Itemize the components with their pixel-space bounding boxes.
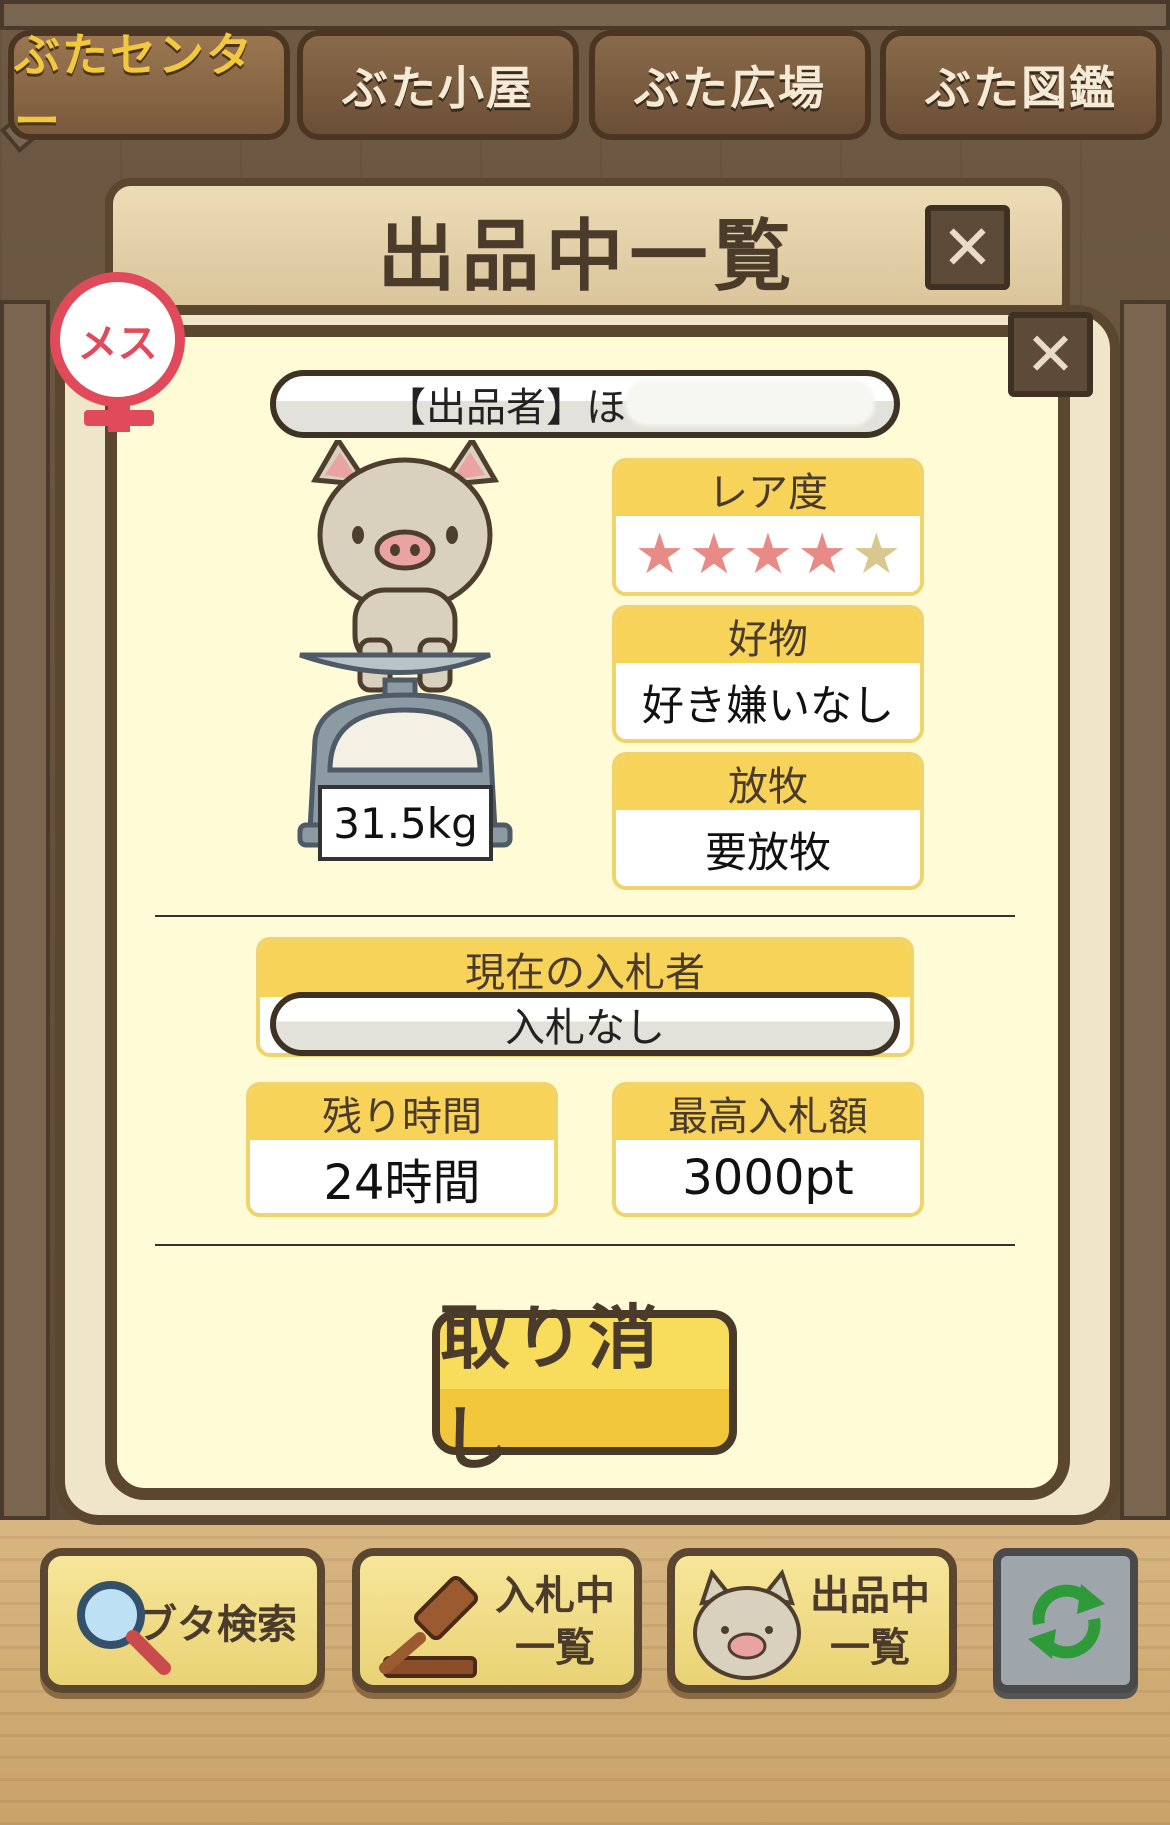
refresh-icon xyxy=(1028,1584,1105,1659)
tab-buta-center[interactable]: ぶたセンター xyxy=(8,28,290,148)
listing-list-button[interactable]: 出品中 一覧 xyxy=(667,1548,957,1693)
bidding-list-label-line1: 入札中 xyxy=(495,1573,615,1619)
rarity-stars: ★ ★ ★ ★ ★ xyxy=(616,516,920,592)
favorite-value: 好き嫌いなし xyxy=(641,680,894,730)
grazing-card: 放牧 要放牧 xyxy=(612,752,924,890)
grazing-value: 要放牧 xyxy=(704,827,831,877)
close-icon: ✕ xyxy=(941,211,994,284)
weight-value: 31.5kg xyxy=(333,798,478,848)
star-icon: ★ xyxy=(797,522,848,587)
close-icon: ✕ xyxy=(1025,319,1076,390)
wall-post-right xyxy=(1120,300,1170,1520)
favorite-card: 好物 好き嫌いなし xyxy=(612,605,924,743)
current-bidder-pill: 入札なし xyxy=(270,992,900,1056)
female-symbol-bar xyxy=(84,410,154,426)
star-icon: ★ xyxy=(742,522,794,587)
star-empty-icon: ★ xyxy=(851,522,902,587)
current-bidder-label: 現在の入札者 xyxy=(260,941,910,997)
bidding-list-label-line2: 一覧 xyxy=(515,1625,595,1671)
rarity-card: レア度 ★ ★ ★ ★ ★ xyxy=(612,458,924,596)
remaining-time-label: 残り時間 xyxy=(250,1086,554,1140)
star-icon: ★ xyxy=(688,522,739,587)
detail-close-button[interactable]: ✕ xyxy=(1008,312,1093,397)
magnifier-icon xyxy=(77,1581,171,1675)
remaining-time-card: 残り時間 24時間 xyxy=(246,1082,558,1217)
weight-display: 31.5kg xyxy=(318,785,493,861)
pig-search-button[interactable]: ブタ検索 xyxy=(40,1548,325,1693)
bidding-list-button[interactable]: 入札中 一覧 xyxy=(352,1548,642,1693)
female-badge: メス xyxy=(50,272,185,407)
pig-face-icon xyxy=(693,1568,801,1680)
tab-buta-hut[interactable]: ぶた小屋 xyxy=(297,30,579,140)
listing-list-label-line1: 出品中 xyxy=(810,1573,930,1619)
highest-bid-value: 3000pt xyxy=(682,1150,854,1206)
seller-label: 【出品者】ほ xyxy=(386,385,626,431)
listing-list-label-line2: 一覧 xyxy=(830,1625,910,1671)
tab-buta-encyclopedia[interactable]: ぶた図鑑 xyxy=(880,30,1162,140)
refresh-button[interactable] xyxy=(993,1548,1138,1693)
modal-close-button[interactable]: ✕ xyxy=(925,205,1010,290)
rarity-label: レア度 xyxy=(616,462,920,516)
section-divider xyxy=(155,915,1015,917)
highest-bid-card: 最高入札額 3000pt xyxy=(612,1082,924,1217)
cancel-listing-button[interactable]: 取り消し xyxy=(432,1297,737,1480)
remaining-time-value: 24時間 xyxy=(323,1155,481,1211)
seller-name-redaction xyxy=(625,380,875,426)
female-badge-label: メス xyxy=(77,320,158,367)
current-bidder-value: 入札なし xyxy=(505,1005,665,1051)
favorite-label: 好物 xyxy=(616,609,920,663)
highest-bid-label: 最高入札額 xyxy=(616,1086,920,1140)
section-divider xyxy=(155,1244,1015,1246)
grazing-label: 放牧 xyxy=(616,756,920,810)
wall-post-left xyxy=(0,300,50,1520)
tab-buta-plaza[interactable]: ぶた広場 xyxy=(589,30,871,140)
star-icon: ★ xyxy=(634,522,685,587)
